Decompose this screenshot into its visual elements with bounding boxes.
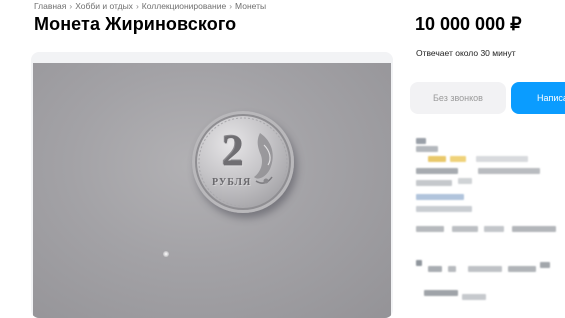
seller-info-redacted bbox=[0, 0, 565, 318]
